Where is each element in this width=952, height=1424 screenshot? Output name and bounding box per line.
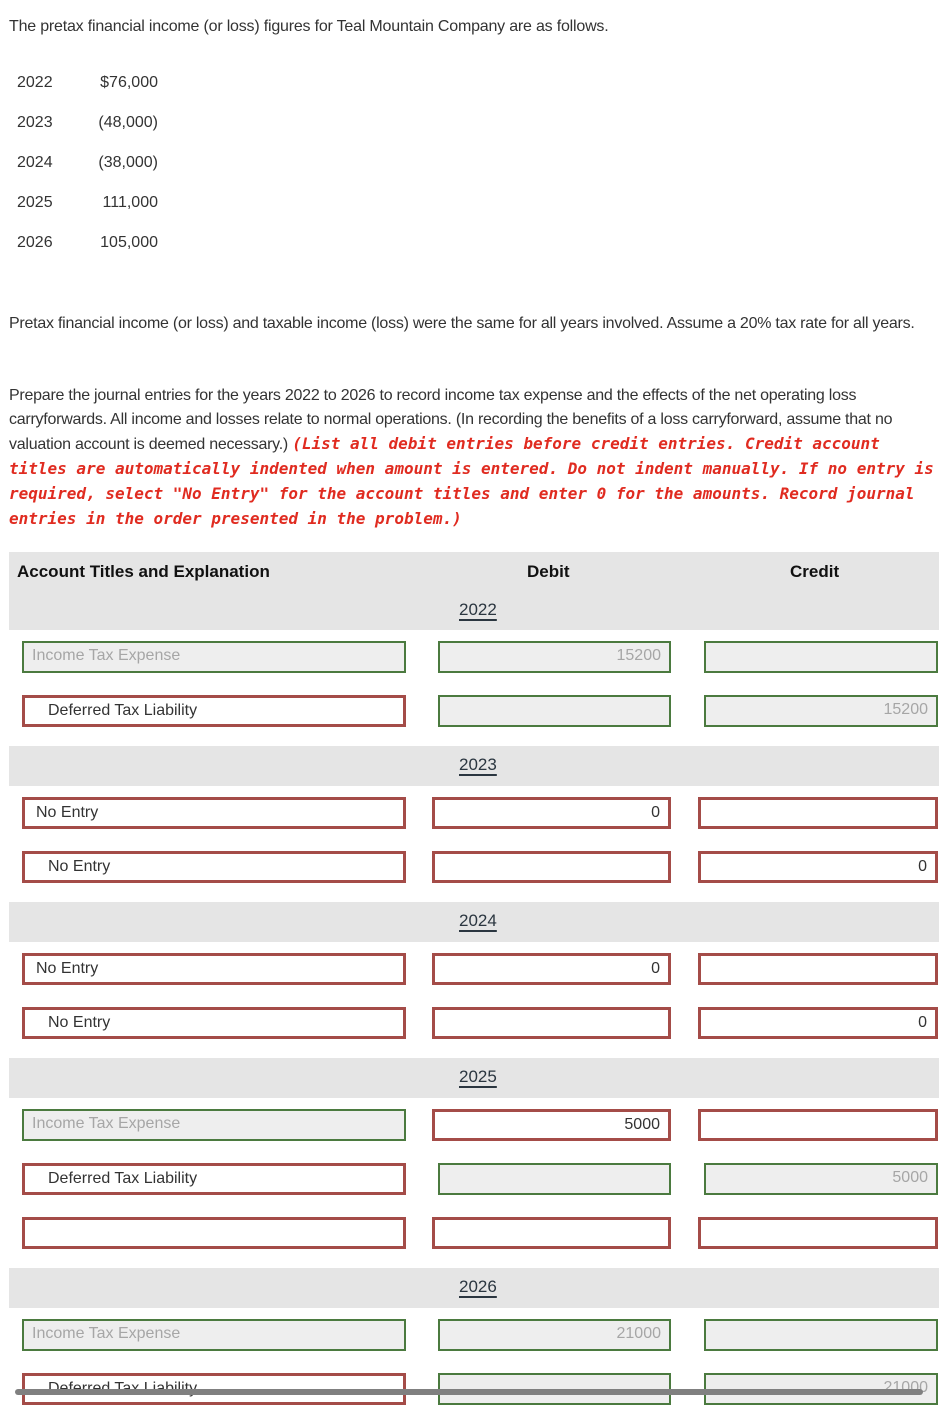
figure-value: 105,000 xyxy=(100,234,158,251)
figure-year: 2024 xyxy=(17,154,53,171)
journal-entry-table: Account Titles and Explanation Debit Cre… xyxy=(9,552,939,1424)
credit-amount-input[interactable] xyxy=(704,641,938,673)
figure-row: 2026 105,000 xyxy=(17,234,158,274)
journal-row: No Entry 0 xyxy=(9,950,939,1004)
credit-amount-input[interactable] xyxy=(698,1109,938,1141)
debit-amount-input[interactable]: 0 xyxy=(432,953,671,985)
journal-row: Income Tax Expense 15200 xyxy=(9,638,939,692)
figure-year: 2023 xyxy=(17,114,53,131)
header-credit: Credit xyxy=(790,562,840,581)
figure-year: 2022 xyxy=(17,74,53,91)
journal-row: Deferred Tax Liability21000 xyxy=(9,1370,939,1424)
entry-rows: Income Tax Expense 5000 Deferred Tax Liabi… xyxy=(9,1098,939,1268)
credit-amount-input[interactable]: 0 xyxy=(698,851,938,883)
figure-value: (48,000) xyxy=(98,114,158,131)
credit-amount-input[interactable]: 5000 xyxy=(704,1163,938,1195)
journal-row: Deferred Tax Liability 15200 xyxy=(9,692,939,746)
account-title-select[interactable]: Income Tax Expense xyxy=(22,1319,406,1351)
problem-assumption: Pretax financial income (or loss) and ta… xyxy=(9,315,915,332)
journal-row: Income Tax Expense 5000 xyxy=(9,1106,939,1160)
journal-row: No Entry 0 xyxy=(9,1004,939,1058)
entry-rows: Income Tax Expense 21000 Deferred Tax Liab… xyxy=(9,1308,939,1424)
account-title-select[interactable] xyxy=(22,1217,406,1249)
figure-value: 111,000 xyxy=(102,194,158,211)
account-title-select[interactable]: Income Tax Expense xyxy=(22,1109,406,1141)
entry-year-label: 2024 xyxy=(459,911,497,930)
account-title-select[interactable]: Income Tax Expense xyxy=(22,641,406,673)
debit-amount-input[interactable] xyxy=(432,851,671,883)
entry-rows: Income Tax Expense 15200 Deferred Tax Liab… xyxy=(9,630,939,746)
entry-year-label: 2025 xyxy=(459,1067,497,1086)
debit-amount-input[interactable]: 15200 xyxy=(438,641,671,673)
header-debit: Debit xyxy=(527,562,570,581)
entry-year-band: 2023 xyxy=(9,746,939,786)
journal-row: No Entry 0 xyxy=(9,848,939,902)
account-title-select[interactable]: Deferred Tax Liability xyxy=(22,1163,406,1195)
figure-row: 2022 $76,000 xyxy=(17,74,158,114)
figure-year: 2026 xyxy=(17,234,53,251)
figure-year: 2025 xyxy=(17,194,53,211)
credit-amount-input[interactable] xyxy=(704,1319,938,1351)
entry-year-label: 2026 xyxy=(459,1277,497,1296)
entry-rows: No Entry 0 No Entry 0 xyxy=(9,942,939,1058)
entry-rows: No Entry 0 No Entry 0 xyxy=(9,786,939,902)
credit-amount-input[interactable]: 15200 xyxy=(704,695,938,727)
problem-intro: The pretax financial income (or loss) fi… xyxy=(9,18,609,35)
account-title-select[interactable]: No Entry xyxy=(22,953,406,985)
account-title-select[interactable]: Deferred Tax Liability xyxy=(22,695,406,727)
journal-row: No Entry 0 xyxy=(9,794,939,848)
header-account-titles: Account Titles and Explanation xyxy=(17,562,270,581)
income-figures-table: 2022 $76,000 2023 (48,000) 2024 (38,000)… xyxy=(17,74,158,274)
debit-amount-input[interactable] xyxy=(438,695,671,727)
debit-amount-input[interactable] xyxy=(432,1217,671,1249)
journal-row xyxy=(9,1214,939,1268)
debit-amount-input[interactable]: 21000 xyxy=(438,1319,671,1351)
journal-row: Income Tax Expense 21000 xyxy=(9,1316,939,1370)
entry-year-band: 2026 xyxy=(9,1268,939,1308)
figure-row: 2023 (48,000) xyxy=(17,114,158,154)
journal-entries: Income Tax Expense 15200 Deferred Tax Liab… xyxy=(9,630,939,1424)
debit-amount-input[interactable] xyxy=(438,1163,671,1195)
credit-amount-input[interactable] xyxy=(698,797,938,829)
table-header: Account Titles and Explanation Debit Cre… xyxy=(9,552,939,630)
journal-row: Deferred Tax Liability 5000 xyxy=(9,1160,939,1214)
horizontal-scrollbar[interactable] xyxy=(15,1389,923,1395)
credit-amount-input[interactable]: 0 xyxy=(698,1007,938,1039)
debit-amount-input[interactable] xyxy=(432,1007,671,1039)
problem-requirement: Prepare the journal entries for the year… xyxy=(9,384,934,532)
entry-year-label: 2022 xyxy=(459,600,497,619)
figure-value: $76,000 xyxy=(100,74,158,91)
entry-year-label: 2023 xyxy=(459,755,497,774)
entry-year-band: 2024 xyxy=(9,902,939,942)
debit-amount-input[interactable]: 0 xyxy=(432,797,671,829)
account-title-select[interactable]: No Entry xyxy=(22,1007,406,1039)
credit-amount-input[interactable] xyxy=(698,1217,938,1249)
figure-row: 2025 111,000 xyxy=(17,194,158,234)
figure-row: 2024 (38,000) xyxy=(17,154,158,194)
figure-value: (38,000) xyxy=(98,154,158,171)
debit-amount-input[interactable]: 5000 xyxy=(432,1109,671,1141)
entry-year-band: 2025 xyxy=(9,1058,939,1098)
account-title-select[interactable]: No Entry xyxy=(22,797,406,829)
credit-amount-input[interactable] xyxy=(698,953,938,985)
account-title-select[interactable]: No Entry xyxy=(22,851,406,883)
